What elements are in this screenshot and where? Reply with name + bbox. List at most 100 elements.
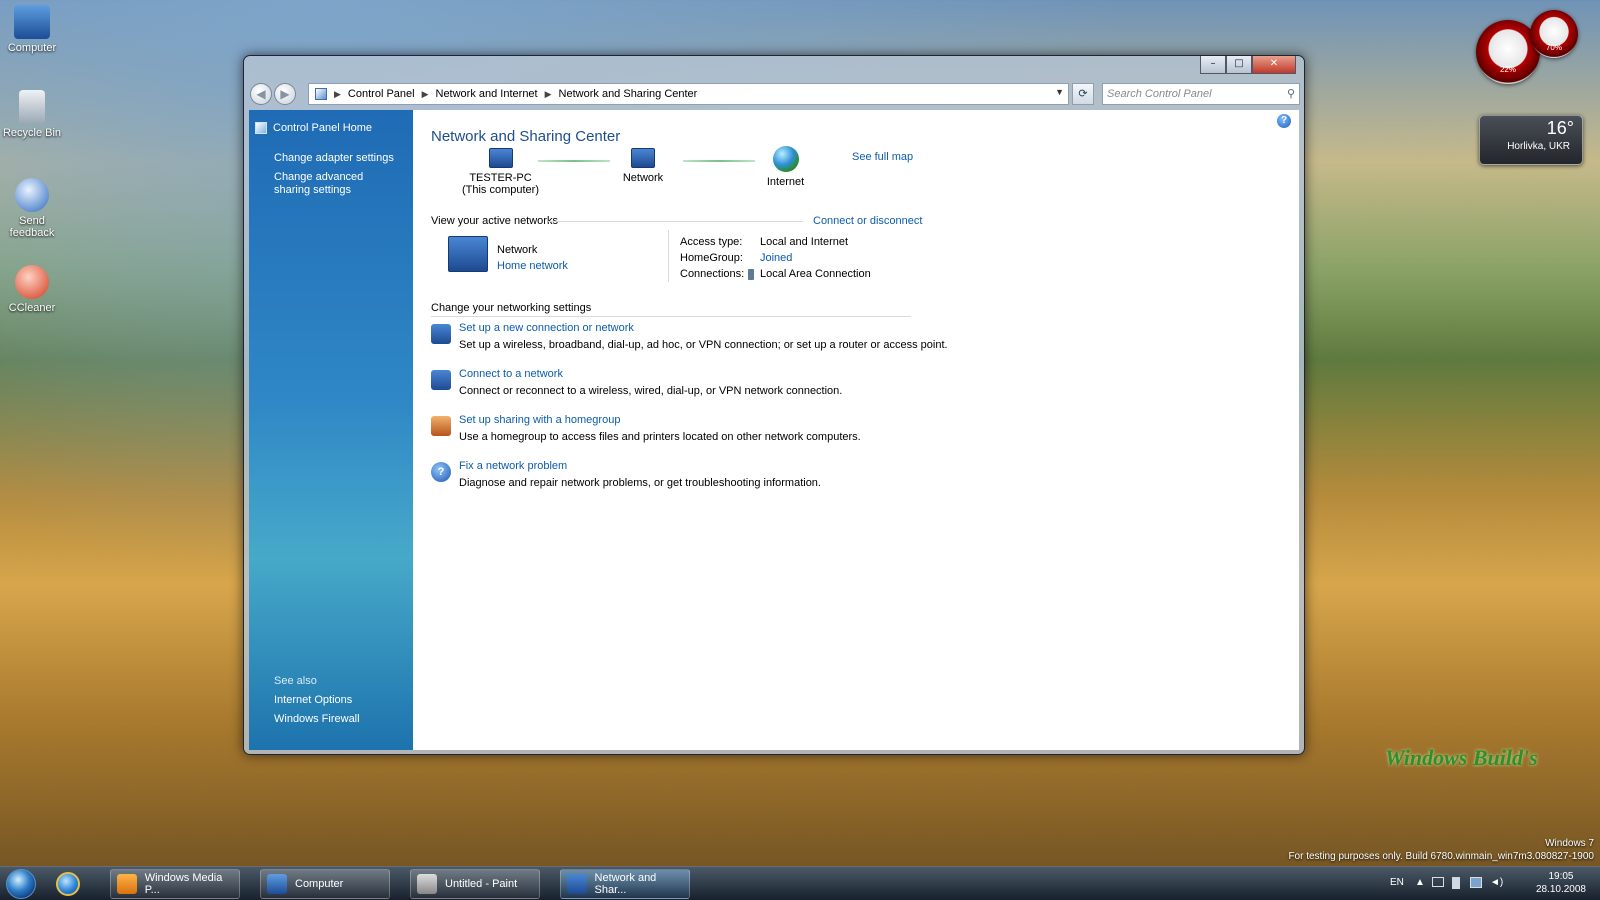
connect-to-network-link[interactable]: Connect to a network <box>459 368 563 380</box>
breadcrumb-separator: ▶ <box>421 88 429 99</box>
map-network-label: Network <box>622 172 664 184</box>
start-button[interactable] <box>6 869 36 899</box>
desktop-icon-ccleaner[interactable]: CCleaner <box>0 265 64 314</box>
taskbar-button-label: Network and Shar... <box>594 872 657 896</box>
taskbar-button-computer[interactable]: Computer <box>260 869 390 899</box>
network-icon <box>448 236 488 272</box>
fix-network-problem-description: Diagnose and repair network problems, or… <box>459 477 821 489</box>
fix-network-problem-link[interactable]: Fix a network problem <box>459 460 567 472</box>
desktop-icon-label: CCleaner <box>8 302 56 314</box>
forward-button[interactable]: ▶ <box>274 83 296 105</box>
taskbar-button-label: Untitled - Paint <box>445 878 518 890</box>
network-tray-icon[interactable] <box>1470 877 1482 888</box>
page-title: Network and Sharing Center <box>431 128 621 145</box>
map-internet-label: Internet <box>766 176 805 188</box>
change-adapter-settings-link[interactable]: Change adapter settings <box>274 152 399 165</box>
connect-to-network-description: Connect or reconnect to a wireless, wire… <box>459 385 843 397</box>
help-icon[interactable]: ? <box>1277 114 1291 128</box>
taskbar-button-label: Windows Media P... <box>144 872 223 896</box>
homegroup-icon <box>431 416 451 436</box>
map-connector-line <box>538 160 610 162</box>
action-center-icon[interactable] <box>1452 877 1460 889</box>
control-panel-icon <box>315 88 327 100</box>
taskbar-button-network-sharing[interactable]: Network and Shar... <box>560 869 690 899</box>
main-content: ? Network and Sharing Center See full ma… <box>413 110 1299 750</box>
control-panel-home-icon <box>255 122 267 134</box>
volume-icon[interactable]: ◄) <box>1490 877 1503 888</box>
language-indicator[interactable]: EN <box>1390 877 1404 888</box>
setup-homegroup-link[interactable]: Set up sharing with a homegroup <box>459 414 620 426</box>
homegroup-label: HomeGroup: <box>680 252 743 264</box>
change-advanced-sharing-settings-link[interactable]: Change advanced sharing settings <box>274 171 399 197</box>
keyboard-icon[interactable] <box>1432 877 1444 887</box>
connect-or-disconnect-link[interactable]: Connect or disconnect <box>813 215 922 227</box>
desktop-icon-label: Computer <box>7 42 57 54</box>
weather-gadget[interactable]: 16° Horlivka, UKR <box>1479 115 1583 165</box>
setup-new-connection-link[interactable]: Set up a new connection or network <box>459 322 634 334</box>
cpu-value: 22% <box>1499 65 1516 74</box>
cpu-meter-gadget[interactable]: 22% 70% <box>1476 10 1586 90</box>
search-icon[interactable]: ⚲ <box>1287 84 1295 104</box>
desktop-icon-computer[interactable]: Computer <box>0 5 64 54</box>
weather-temperature: 16° <box>1546 118 1574 138</box>
active-network-name: Network <box>497 244 538 256</box>
clock[interactable]: 19:05 28.10.2008 <box>1536 870 1586 896</box>
pc-subtitle: (This computer) <box>461 184 540 196</box>
refresh-button[interactable]: ⟳ <box>1072 83 1094 105</box>
map-connector-line <box>683 160 755 162</box>
minimize-button[interactable]: – <box>1200 56 1226 74</box>
search-placeholder: Search Control Panel <box>1107 88 1212 100</box>
system-tray: EN ▲ ◄) 19:05 28.10.2008 <box>1380 867 1600 900</box>
network-icon <box>567 874 587 894</box>
access-type-value: Local and Internet <box>760 236 849 248</box>
internet-options-link[interactable]: Internet Options <box>274 694 399 707</box>
network-sharing-window: – □ ✕ ◀ ▶ ▶ Control Panel ▶ Network and … <box>243 55 1305 755</box>
pc-name: TESTER-PC <box>469 172 532 184</box>
control-panel-home-link[interactable]: Control Panel Home <box>255 122 372 134</box>
setup-homegroup-description: Use a homegroup to access files and prin… <box>459 431 861 443</box>
media-player-icon <box>117 874 137 894</box>
search-input[interactable]: Search Control Panel ⚲ <box>1102 83 1300 105</box>
map-node-network[interactable]: Network <box>608 148 678 184</box>
clock-date: 28.10.2008 <box>1535 884 1586 895</box>
home-network-link[interactable]: Home network <box>497 260 568 272</box>
connect-network-icon <box>431 370 451 390</box>
show-hidden-icons-icon[interactable]: ▲ <box>1415 877 1425 888</box>
desktop-icon-label: Recycle Bin <box>2 127 62 139</box>
memory-value: 70% <box>1545 43 1562 52</box>
taskbar-button-paint[interactable]: Untitled - Paint <box>410 869 540 899</box>
breadcrumb-network-sharing-center[interactable]: Network and Sharing Center <box>559 88 698 100</box>
desktop-icon-label: Send feedback <box>9 215 55 239</box>
feedback-icon <box>15 178 49 212</box>
chevron-down-icon[interactable]: ▼ <box>1055 87 1064 97</box>
setup-new-connection-description: Set up a wireless, broadband, dial-up, a… <box>459 339 948 351</box>
map-node-internet[interactable]: Internet <box>753 146 818 188</box>
computer-icon <box>14 5 50 39</box>
desktop-icon-send-feedback[interactable]: Send feedback <box>0 178 64 239</box>
breadcrumb-separator: ▶ <box>334 88 341 99</box>
taskbar-button-windows-media-player[interactable]: Windows Media P... <box>110 869 240 899</box>
section-divider <box>431 316 911 317</box>
computer-icon <box>267 874 287 894</box>
memory-dial: 70% <box>1530 10 1578 58</box>
internet-explorer-icon[interactable] <box>56 872 80 896</box>
close-button[interactable]: ✕ <box>1252 56 1296 74</box>
sidebar: Control Panel Home Change adapter settin… <box>249 110 413 750</box>
breadcrumb-network-internet[interactable]: Network and Internet <box>436 88 538 100</box>
caption-buttons: – □ ✕ <box>1200 56 1296 74</box>
build-watermark-line2: For testing purposes only. Build 6780.wi… <box>1288 851 1594 862</box>
see-full-map-link[interactable]: See full map <box>852 151 913 163</box>
windows-firewall-link[interactable]: Windows Firewall <box>274 713 399 726</box>
address-bar[interactable]: ▶ Control Panel ▶ Network and Internet ▶… <box>308 83 1069 105</box>
local-area-connection-link[interactable]: Local Area Connection <box>760 268 871 280</box>
back-button[interactable]: ◀ <box>250 83 272 105</box>
desktop-icon-recycle-bin[interactable]: Recycle Bin <box>0 90 64 139</box>
access-type-label: Access type: <box>680 236 743 248</box>
breadcrumb-control-panel[interactable]: Control Panel <box>348 88 415 100</box>
homegroup-joined-link[interactable]: Joined <box>760 252 792 264</box>
maximize-button[interactable]: □ <box>1226 56 1252 74</box>
map-node-this-computer[interactable]: TESTER-PC (This computer) <box>448 148 553 196</box>
build-watermark-line1: Windows 7 <box>1545 838 1594 849</box>
section-divider <box>548 221 803 222</box>
control-panel-home-label: Control Panel Home <box>273 122 373 134</box>
